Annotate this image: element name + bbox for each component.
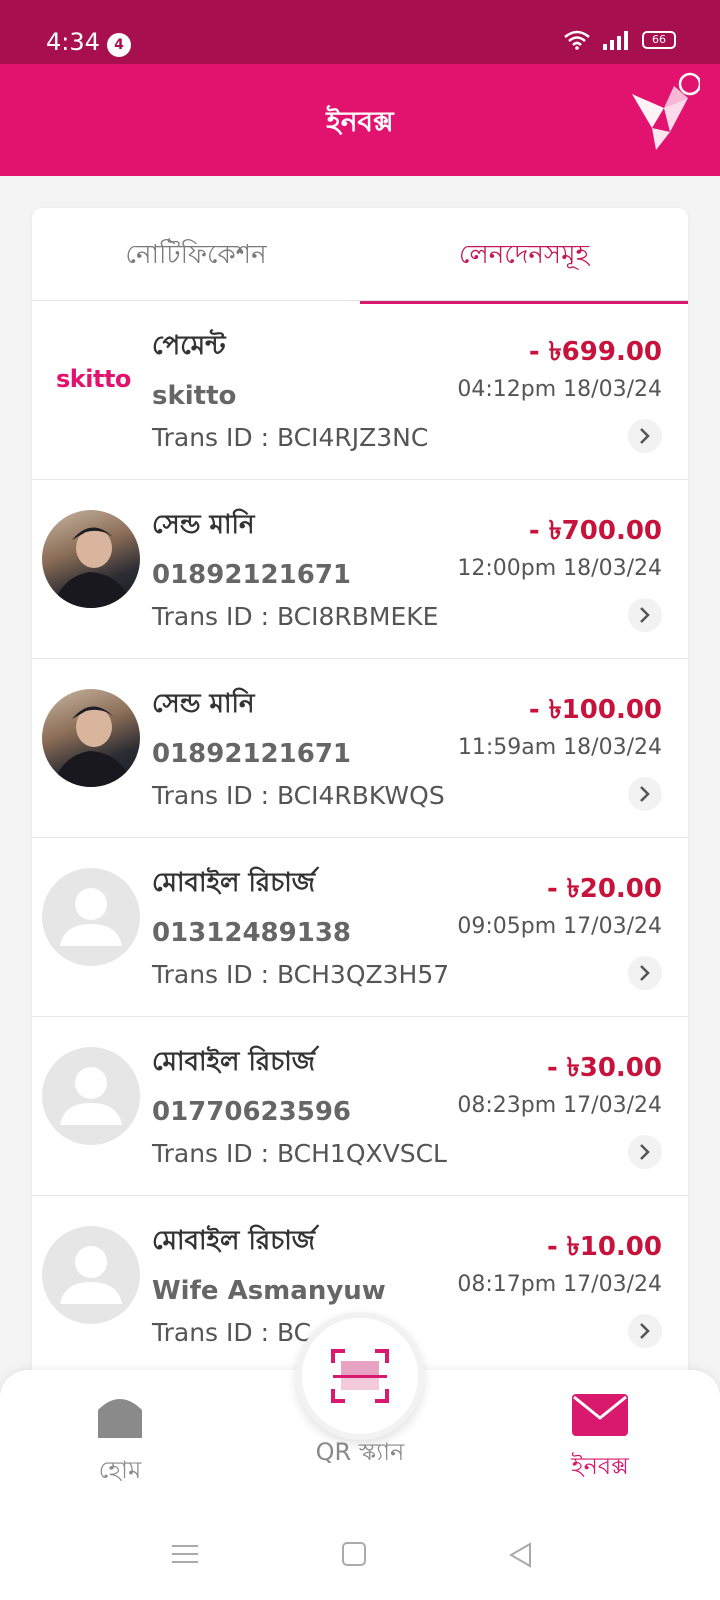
nav-qr-scan-label: QR স্ক্যান bbox=[315, 1438, 405, 1466]
transaction-type: মোবাইল রিচার্জ bbox=[152, 1047, 316, 1077]
tab-transactions[interactable]: লেনদেনসমূহ bbox=[360, 208, 688, 304]
status-icons: 66 bbox=[564, 30, 676, 50]
transaction-type: মোবাইল রিচার্জ bbox=[152, 868, 316, 898]
bkash-bird-logo-icon[interactable] bbox=[630, 72, 700, 150]
nav-inbox-label: ইনবক্স bbox=[571, 1452, 629, 1480]
qr-scan-icon bbox=[331, 1349, 389, 1403]
skitto-logo: skitto bbox=[56, 365, 131, 393]
status-time: 4:34 bbox=[46, 28, 100, 56]
back-icon[interactable] bbox=[508, 1542, 532, 1568]
nav-home[interactable]: হোম bbox=[20, 1390, 220, 1492]
transaction-id: Trans ID : BC bbox=[152, 1318, 312, 1347]
transaction-amount: - ৳20.00 bbox=[546, 874, 662, 904]
nav-home-label: হোম bbox=[98, 1456, 142, 1484]
battery-icon: 66 bbox=[642, 31, 676, 49]
transaction-time: 12:00pm 18/03/24 bbox=[457, 556, 662, 581]
system-navigation-bar bbox=[0, 1520, 720, 1600]
transaction-amount: - ৳700.00 bbox=[528, 516, 662, 546]
transaction-time: 08:17pm 17/03/24 bbox=[457, 1272, 662, 1297]
avatar-placeholder bbox=[42, 868, 140, 966]
avatar-placeholder bbox=[42, 1226, 140, 1324]
transaction-amount: - ৳699.00 bbox=[528, 337, 662, 367]
chevron-right-icon[interactable] bbox=[628, 777, 662, 811]
signal-icon bbox=[603, 31, 628, 50]
transaction-party: 01770623596 bbox=[152, 1097, 351, 1127]
transaction-time: 11:59am 18/03/24 bbox=[457, 735, 662, 760]
chevron-right-icon[interactable] bbox=[628, 598, 662, 632]
nav-inbox[interactable]: ইনবক্স bbox=[500, 1390, 700, 1488]
transaction-amount: - ৳30.00 bbox=[546, 1053, 662, 1083]
transaction-party: 01892121671 bbox=[152, 739, 351, 769]
transaction-type: মোবাইল রিচার্জ bbox=[152, 1226, 316, 1256]
mail-icon bbox=[572, 1394, 628, 1436]
transaction-type: সেন্ড মানি bbox=[152, 510, 255, 540]
chevron-right-icon[interactable] bbox=[628, 1314, 662, 1348]
transaction-type: পেমেন্ট bbox=[152, 331, 226, 361]
wifi-icon bbox=[564, 30, 590, 50]
transaction-row[interactable]: সেন্ড মানি 01892121671 Trans ID : BCI8RB… bbox=[32, 479, 688, 662]
transaction-id: Trans ID : BCI8RBMEKE bbox=[152, 602, 439, 631]
avatar bbox=[42, 510, 140, 608]
chevron-right-icon[interactable] bbox=[628, 1135, 662, 1169]
menu-icon[interactable] bbox=[172, 1542, 198, 1566]
transactions-card: নোটিফিকেশন লেনদেনসমূহ skitto পেমেন্ট ski… bbox=[32, 208, 688, 1408]
home-icon bbox=[98, 1399, 142, 1438]
transaction-party: Wife Asmanyuw bbox=[152, 1276, 386, 1306]
transaction-time: 04:12pm 18/03/24 bbox=[457, 377, 662, 402]
transaction-row[interactable]: সেন্ড মানি 01892121671 Trans ID : BCI4RB… bbox=[32, 658, 688, 841]
home-square-icon[interactable] bbox=[342, 1542, 366, 1566]
tab-notifications[interactable]: নোটিফিকেশন bbox=[32, 208, 360, 304]
chevron-right-icon[interactable] bbox=[628, 956, 662, 990]
transaction-party: skitto bbox=[152, 381, 237, 411]
chevron-right-icon[interactable] bbox=[628, 419, 662, 453]
transaction-amount: - ৳100.00 bbox=[528, 695, 662, 725]
transaction-time: 08:23pm 17/03/24 bbox=[457, 1093, 662, 1118]
page-title: ইনবক্স bbox=[326, 105, 394, 138]
transaction-row[interactable]: মোবাইল রিচার্জ 01312489138 Trans ID : BC… bbox=[32, 837, 688, 1020]
transaction-id: Trans ID : BCH1QXVSCL bbox=[152, 1139, 447, 1168]
transaction-amount: - ৳10.00 bbox=[546, 1232, 662, 1262]
notification-count-badge: 4 bbox=[107, 33, 131, 57]
transaction-id: Trans ID : BCH3QZ3H57 bbox=[152, 960, 450, 989]
transaction-time: 09:05pm 17/03/24 bbox=[457, 914, 662, 939]
app-bar: ইনবক্স bbox=[0, 64, 720, 176]
transaction-row[interactable]: skitto পেমেন্ট skitto Trans ID : BCI4RJZ… bbox=[32, 300, 688, 483]
transaction-party: 01312489138 bbox=[152, 918, 351, 948]
transaction-id: Trans ID : BCI4RBKWQS bbox=[152, 781, 445, 810]
transaction-type: সেন্ড মানি bbox=[152, 689, 255, 719]
avatar-placeholder bbox=[42, 1047, 140, 1145]
avatar bbox=[42, 689, 140, 787]
qr-scan-button[interactable] bbox=[296, 1312, 424, 1440]
transaction-party: 01892121671 bbox=[152, 560, 351, 590]
transaction-row[interactable]: মোবাইল রিচার্জ 01770623596 Trans ID : BC… bbox=[32, 1016, 688, 1199]
transaction-id: Trans ID : BCI4RJZ3NC bbox=[152, 423, 429, 452]
status-bar: 4:34 4 66 bbox=[0, 0, 720, 64]
